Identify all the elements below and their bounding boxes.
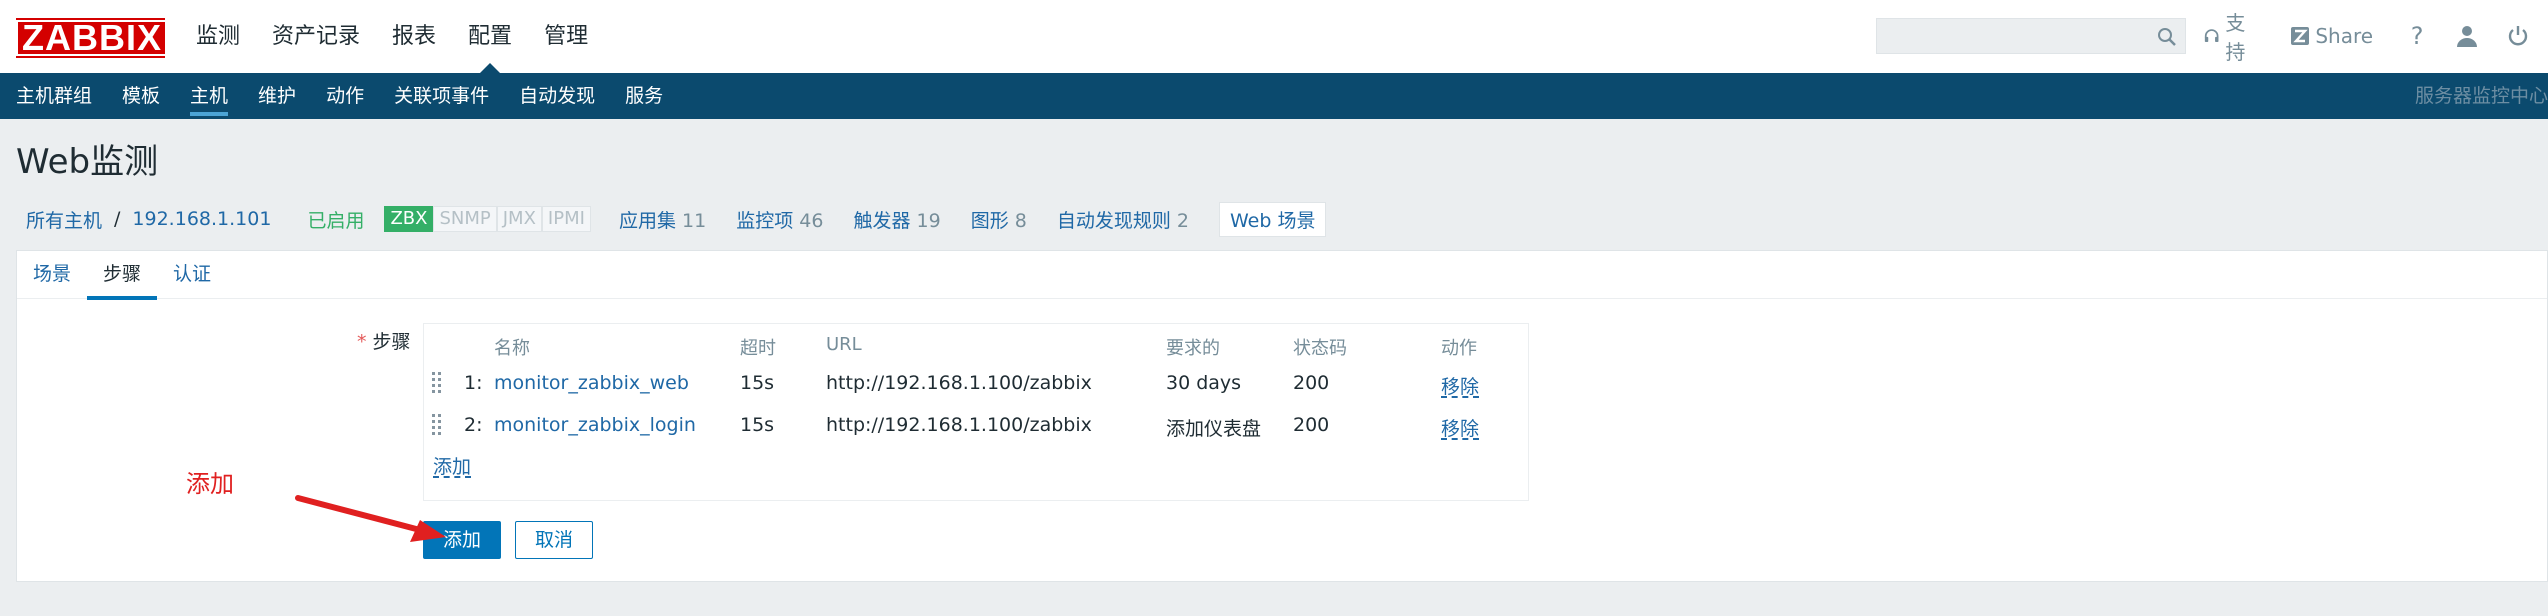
drag-handle-icon[interactable] — [432, 368, 442, 396]
table-row: 1: monitor_zabbix_web 15s http://192.168… — [424, 362, 1528, 402]
main-nav-reports[interactable]: 报表 — [376, 0, 452, 73]
step-name-link[interactable]: monitor_zabbix_login — [494, 414, 696, 436]
support-link[interactable]: 支持 — [2204, 7, 2259, 65]
badge-zbx: ZBX — [384, 206, 434, 232]
subnav-hosts[interactable]: 主机 — [175, 73, 243, 119]
step-index: 2: — [464, 414, 483, 436]
main-nav-monitoring[interactable]: 监测 — [180, 0, 256, 73]
badge-snmp: SNMP — [433, 206, 497, 232]
header-action: 动作 — [1441, 338, 1477, 359]
tab-steps[interactable]: 步骤 — [87, 251, 158, 300]
search-box — [1876, 18, 2186, 54]
share-z-icon — [2291, 27, 2310, 45]
table-row: 2: monitor_zabbix_login 15s http://192.1… — [424, 404, 1528, 444]
host-breadcrumb: 所有主机 / 192.168.1.101 已启用 ZBX SNMP JMX IP… — [26, 201, 1327, 237]
header-name: 名称 — [494, 338, 530, 359]
main-nav-administration[interactable]: 管理 — [528, 0, 604, 73]
host-status-enabled: 已启用 — [307, 209, 365, 232]
main-nav-configuration[interactable]: 配置 — [452, 0, 528, 73]
step-name-link[interactable]: monitor_zabbix_web — [494, 372, 689, 394]
add-button[interactable]: 添加 — [423, 521, 501, 559]
step-index: 1: — [464, 372, 483, 394]
tab-scenario[interactable]: 场景 — [17, 251, 87, 298]
breadcrumb-graphs[interactable]: 图形 8 — [971, 206, 1027, 233]
header-required: 要求的 — [1166, 338, 1220, 359]
search-icon[interactable] — [2157, 27, 2177, 47]
subnav-maintenance[interactable]: 维护 — [243, 73, 311, 119]
breadcrumb-host[interactable]: 192.168.1.101 — [132, 208, 271, 230]
drag-handle-icon[interactable] — [432, 410, 442, 438]
main-nav-inventory[interactable]: 资产记录 — [256, 0, 376, 73]
form-tabs: 场景 步骤 认证 — [17, 251, 2547, 300]
annotation-label: 添加 — [186, 470, 234, 498]
subnav-templates[interactable]: 模板 — [107, 73, 175, 119]
breadcrumb-triggers[interactable]: 触发器 19 — [853, 206, 940, 233]
breadcrumb-web-scenarios[interactable]: Web 场景 — [1219, 201, 1327, 237]
step-status-codes: 200 — [1293, 372, 1330, 394]
zabbix-logo[interactable]: ZABBIX — [16, 18, 168, 58]
breadcrumb-all-hosts[interactable]: 所有主机 — [26, 206, 102, 233]
subnav-host-groups[interactable]: 主机群组 — [0, 73, 107, 119]
subnav-event-correlation[interactable]: 关联项事件 — [379, 73, 504, 119]
badge-jmx: JMX — [496, 206, 542, 232]
step-timeout: 15s — [740, 414, 775, 436]
subnav-actions[interactable]: 动作 — [311, 73, 379, 119]
step-url: http://192.168.1.100/zabbix — [826, 414, 1092, 436]
page-title: Web监测 — [16, 142, 159, 182]
header-status-codes: 状态码 — [1293, 338, 1347, 359]
step-url: http://192.168.1.100/zabbix — [826, 372, 1092, 394]
main-nav: 监测 资产记录 报表 配置 管理 — [180, 0, 604, 73]
cancel-button[interactable]: 取消 — [515, 521, 593, 559]
remove-step-button[interactable]: 移除 — [1441, 414, 1479, 441]
steps-field-label: * 步骤 — [357, 331, 411, 353]
sub-nav: 主机群组 模板 主机 维护 动作 关联项事件 自动发现 服务 服务器监控中心 — [0, 73, 2548, 119]
step-status-codes: 200 — [1293, 414, 1330, 436]
add-step-link[interactable]: 添加 — [433, 452, 471, 479]
breadcrumb-applications[interactable]: 应用集 11 — [619, 206, 706, 233]
remove-step-button[interactable]: 移除 — [1441, 372, 1479, 399]
server-name: 服务器监控中心 — [2414, 85, 2548, 107]
tab-authentication[interactable]: 认证 — [157, 251, 227, 298]
power-sign-out-icon[interactable] — [2506, 22, 2530, 50]
badge-ipmi: IPMI — [541, 206, 591, 232]
step-required: 添加仪表盘 — [1166, 418, 1262, 440]
subnav-services[interactable]: 服务 — [610, 73, 678, 119]
step-required: 30 days — [1166, 372, 1242, 394]
breadcrumb-discovery-rules[interactable]: 自动发现规则 2 — [1057, 206, 1189, 233]
top-header: ZABBIX 监测 资产记录 报表 配置 管理 支持 Share ? — [0, 0, 2548, 73]
steps-table: 名称 超时 URL 要求的 状态码 动作 1: monitor_zabbix_w… — [423, 323, 1529, 501]
header-timeout: 超时 — [740, 338, 776, 359]
top-links: 支持 Share ? — [2204, 11, 2548, 64]
help-icon[interactable]: ? — [2405, 22, 2429, 50]
header-url: URL — [826, 334, 862, 355]
breadcrumb-separator: / — [114, 208, 121, 230]
availability-badges: ZBX SNMP JMX IPMI — [384, 206, 591, 232]
web-scenario-form: 场景 步骤 认证 * 步骤 名称 超时 URL 要求的 状态码 动作 1: mon… — [16, 250, 2548, 582]
step-timeout: 15s — [740, 372, 775, 394]
required-asterisk: * — [357, 331, 367, 353]
subnav-discovery[interactable]: 自动发现 — [504, 73, 610, 119]
user-profile-icon[interactable] — [2455, 22, 2479, 50]
breadcrumb-items[interactable]: 监控项 46 — [736, 206, 823, 233]
search-input[interactable] — [1877, 19, 2147, 53]
share-link[interactable]: Share — [2291, 24, 2373, 48]
headset-icon — [2204, 29, 2219, 42]
